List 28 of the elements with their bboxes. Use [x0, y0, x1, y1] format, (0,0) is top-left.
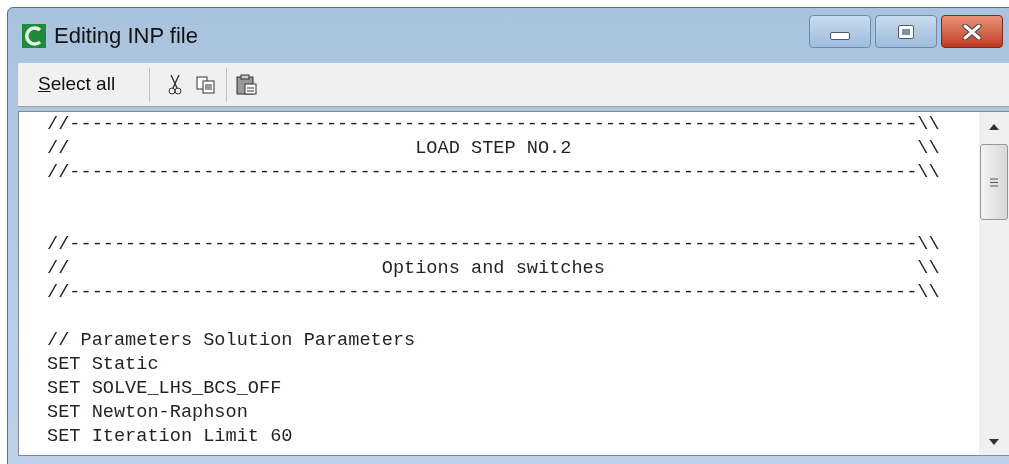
- app-logo-icon: [22, 23, 46, 48]
- code-line: SET Iteration Limit 60: [47, 425, 293, 449]
- select-all-button[interactable]: Select all: [30, 66, 124, 103]
- code-line: SET Static: [47, 353, 159, 377]
- close-icon: [962, 23, 982, 40]
- clipboard-icon: [236, 73, 259, 96]
- code-line: SET Newton-Raphson: [47, 401, 248, 425]
- minimize-icon: [830, 31, 850, 40]
- code-line: // LOAD STEP NO.2 \\: [47, 137, 940, 161]
- scroll-up-arrow-icon: [989, 124, 999, 130]
- close-button[interactable]: [941, 15, 1003, 48]
- code-line: //----------------------------------------------------------------------------\\: [47, 113, 940, 137]
- code-line: //----------------------------------------------------------------------------\\: [47, 281, 940, 305]
- copy-icon: [196, 75, 217, 94]
- code-line: //----------------------------------------------------------------------------\\: [47, 233, 940, 257]
- code-line: // Options and switches \\: [47, 257, 940, 281]
- scissors-icon: [168, 73, 183, 96]
- scroll-down-arrow-icon: [989, 439, 999, 445]
- maximize-icon: [898, 24, 914, 39]
- maximize-button[interactable]: [875, 15, 937, 48]
- code-line: // Parameters Solution Parameters: [47, 329, 416, 353]
- minimize-button[interactable]: [809, 15, 871, 48]
- grip-icon: [989, 177, 999, 187]
- window-title: Editing INP file: [54, 22, 198, 50]
- code-line: SET SOLVE_LHS_BCS_OFF: [47, 377, 282, 401]
- code-line: //----------------------------------------------------------------------------\\: [47, 161, 940, 185]
- scrollbar-thumb[interactable]: [980, 144, 1008, 220]
- scrollbar[interactable]: [979, 112, 1009, 455]
